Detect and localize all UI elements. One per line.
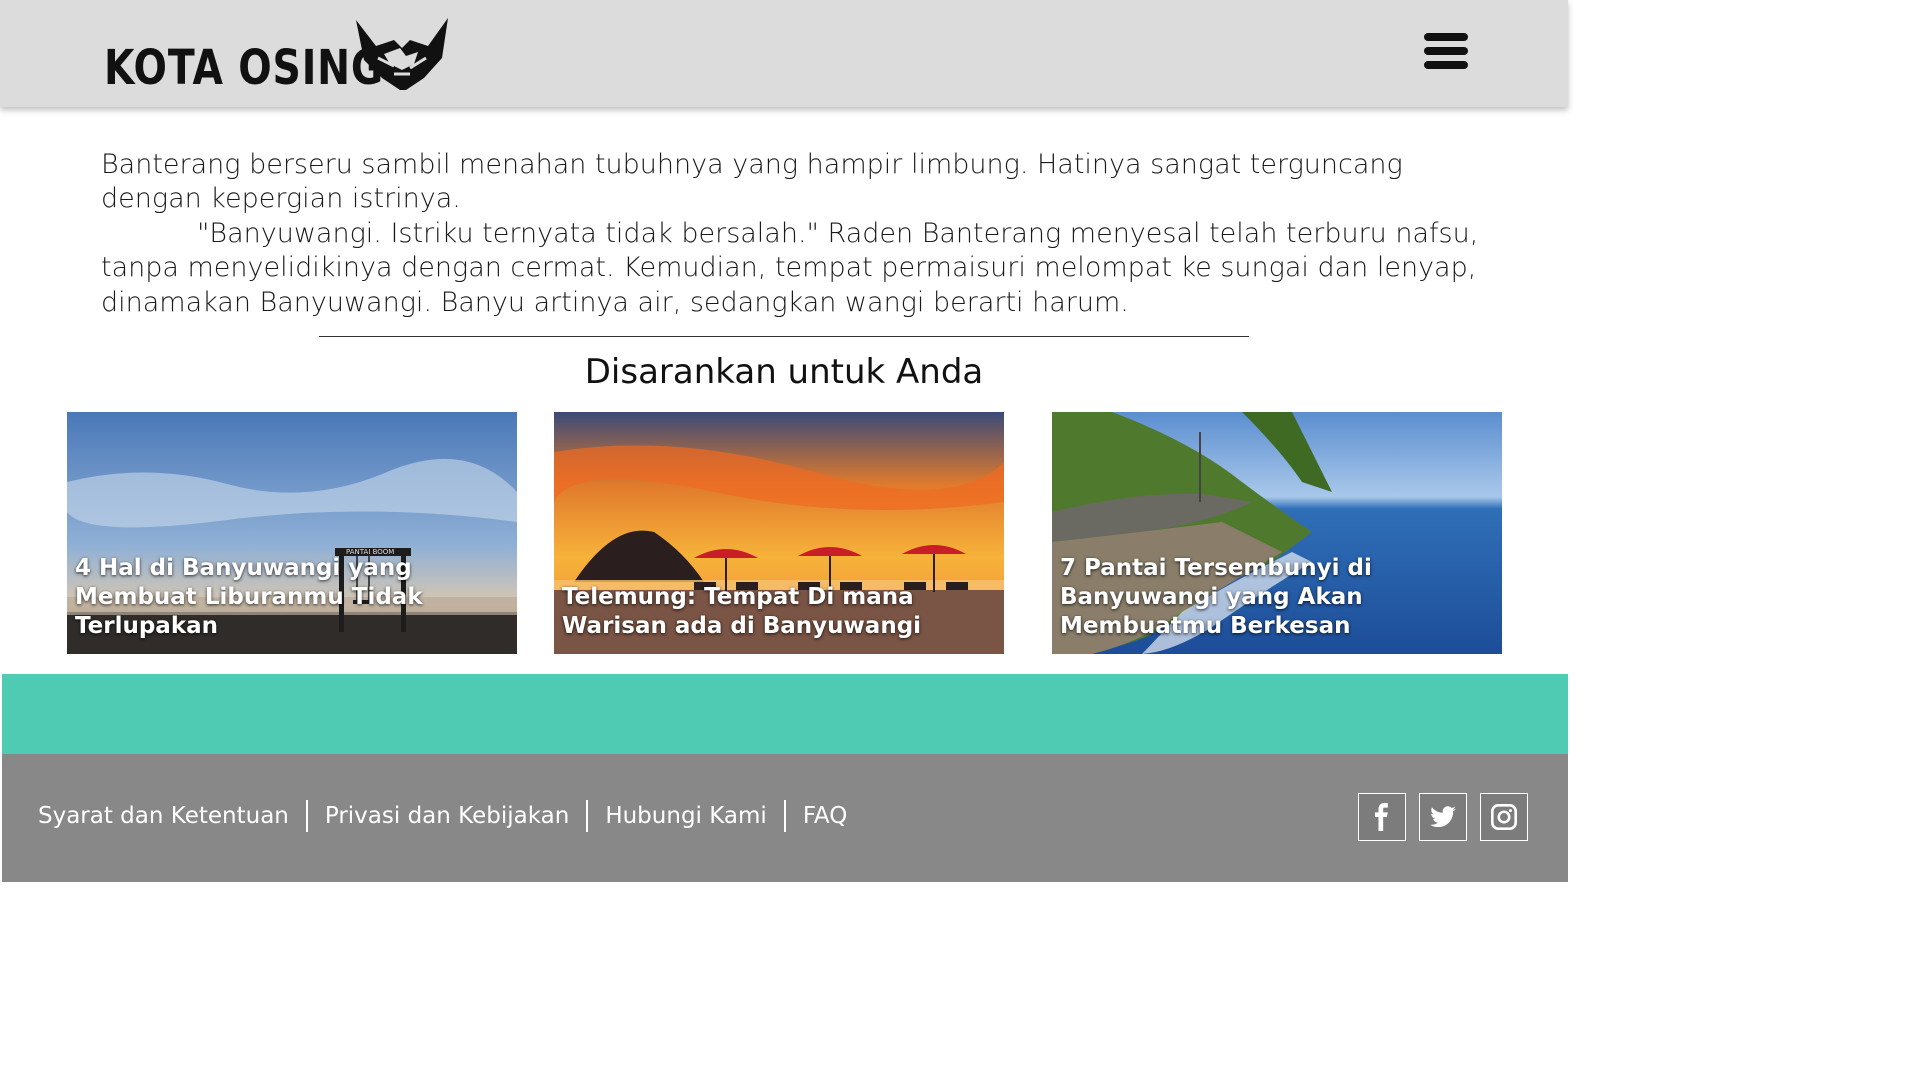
hamburger-menu-icon[interactable] <box>1422 33 1470 73</box>
suggestion-card[interactable]: PANTAI BOOM 4 Hal di Banyuwangi yang Mem… <box>67 412 517 654</box>
article-paragraph: "Banyuwangi. Istriku ternyata tidak bers… <box>101 217 1479 318</box>
twitter-button[interactable] <box>1419 793 1467 841</box>
footer-separator <box>783 800 786 832</box>
footer-links: Syarat dan Ketentuan Privasi dan Kebijak… <box>38 800 847 832</box>
footer-separator <box>586 800 589 832</box>
instagram-icon <box>1491 804 1517 830</box>
logo-text: KOTA OSING <box>104 40 385 96</box>
section-divider <box>319 336 1249 337</box>
twitter-icon <box>1430 806 1456 828</box>
facebook-button[interactable] <box>1358 793 1406 841</box>
site-logo[interactable]: KOTA OSING <box>104 18 448 96</box>
teal-banner-band <box>2 674 1568 754</box>
suggestion-card[interactable]: 7 Pantai Tersembunyi di Banyuwangi yang … <box>1052 412 1502 654</box>
facebook-icon <box>1375 803 1388 831</box>
card-title: 7 Pantai Tersembunyi di Banyuwangi yang … <box>1060 555 1372 639</box>
site-header: KOTA OSING <box>0 0 1568 107</box>
footer-link-contact[interactable]: Hubungi Kami <box>605 803 767 829</box>
footer-separator <box>305 800 308 832</box>
suggestions-title: Disarankan untuk Anda <box>584 352 984 392</box>
card-title: Telemung: Tempat Di mana Warisan ada di … <box>562 584 922 639</box>
instagram-button[interactable] <box>1480 793 1528 841</box>
footer-link-terms[interactable]: Syarat dan Ketentuan <box>38 803 289 829</box>
footer-link-privacy[interactable]: Privasi dan Kebijakan <box>325 803 569 829</box>
article-paragraph: Banterang berseru sambil menahan tubuhny… <box>101 149 1403 215</box>
osing-helmet-logo-icon <box>356 18 448 90</box>
card-title: 4 Hal di Banyuwangi yang Membuat Liburan… <box>75 555 423 639</box>
site-footer: Syarat dan Ketentuan Privasi dan Kebijak… <box>2 754 1568 882</box>
footer-link-faq[interactable]: FAQ <box>803 803 848 829</box>
suggestion-card[interactable]: Telemung: Tempat Di mana Warisan ada di … <box>554 412 1004 654</box>
article-body: Banterang berseru sambil menahan tubuhny… <box>101 148 1481 320</box>
